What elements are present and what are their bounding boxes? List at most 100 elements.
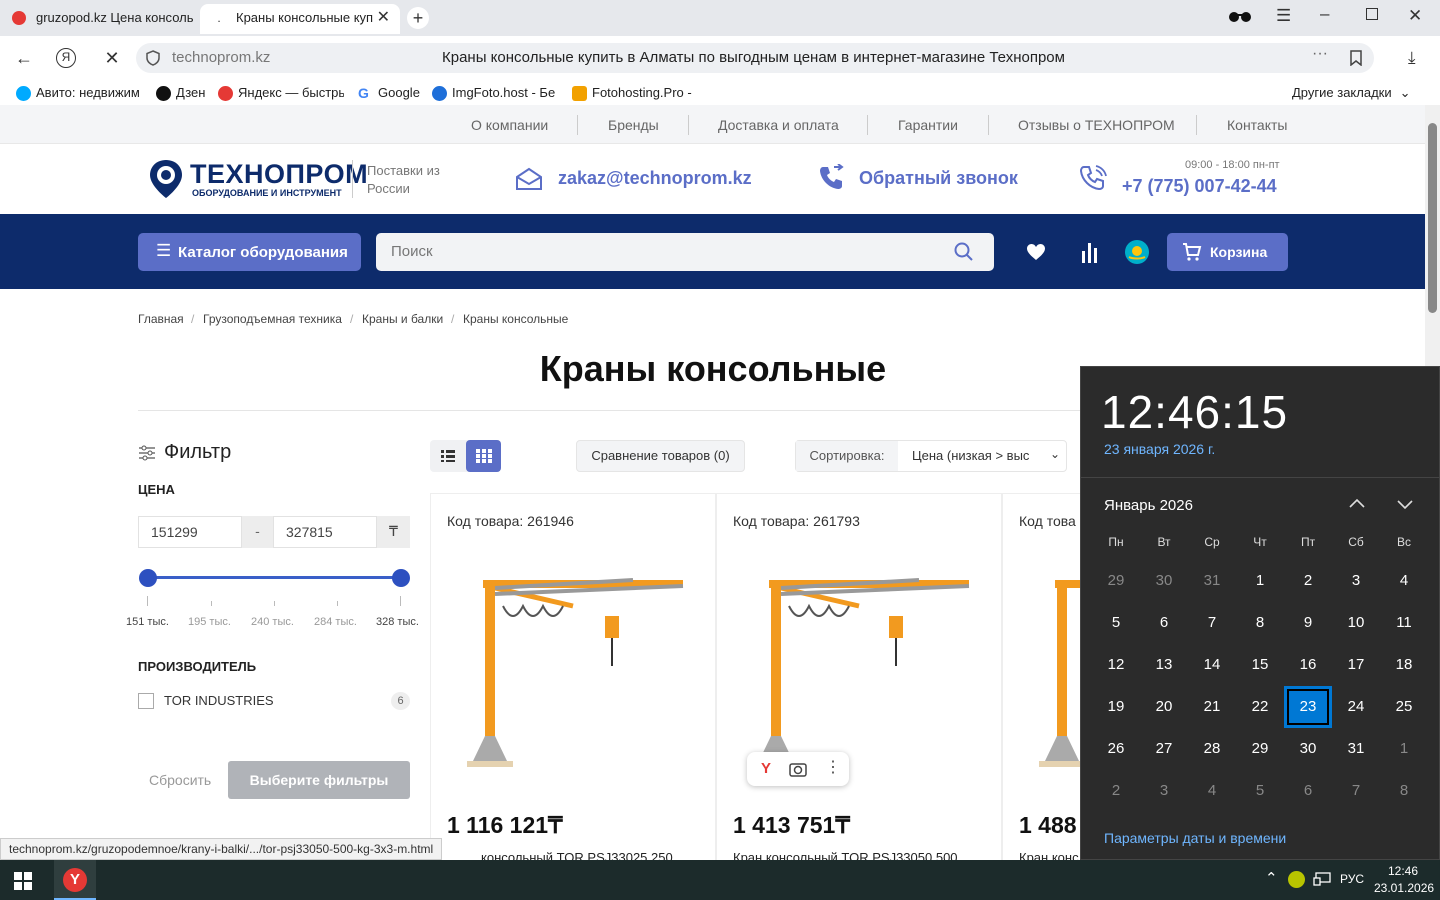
calendar-day[interactable]: 11 [1380,602,1428,644]
calendar-day[interactable]: 21 [1188,686,1236,728]
new-tab-button[interactable]: + [407,7,429,29]
back-icon[interactable]: ← [12,46,36,70]
product-image-crane[interactable] [739,576,989,776]
incognito-glasses-icon[interactable] [1228,9,1252,23]
breadcrumb-lifting[interactable]: Грузоподъемная техника [203,312,342,326]
menu-icon[interactable]: ☰ [1276,6,1291,26]
clock-date[interactable]: 23 января 2026 г. [1104,441,1215,457]
header-email[interactable]: zakaz@technoprom.kz [558,168,752,189]
download-icon[interactable]: ⤓ [1408,48,1416,68]
apply-filters-button[interactable]: Выберите фильтры [228,761,410,799]
calendar-day[interactable]: 1 [1380,728,1428,770]
product-image-crane[interactable] [1025,576,1082,776]
calendar-day[interactable]: 13 [1140,644,1188,686]
close-tab-icon[interactable]: ✕ [377,4,390,32]
calendar-day[interactable]: 24 [1332,686,1380,728]
favorites-heart-icon[interactable] [1026,243,1046,261]
chevron-down-icon[interactable] [1395,494,1415,514]
yandex-icon[interactable]: Я [56,48,76,68]
calendar-day[interactable]: 17 [1332,644,1380,686]
bookmark-imgfoto[interactable]: ImgFoto.host - Бе [432,84,560,102]
calendar-day[interactable]: 20 [1140,686,1188,728]
calendar-day[interactable]: 12 [1092,644,1140,686]
calendar-day[interactable]: 22 [1236,686,1284,728]
tab-technoprom[interactable]: . Краны консольные куп ✕ [200,4,400,34]
compare-button[interactable]: Сравнение товаров (0) [576,440,745,472]
calendar-day[interactable]: 3 [1140,770,1188,812]
price-slider-max-handle[interactable] [392,569,410,587]
calendar-day[interactable]: 9 [1284,602,1332,644]
product-card[interactable]: Код товара: 261793 Y ⋮ 1 413 751₸ Кран к… [716,493,1002,865]
bookmark-icon[interactable] [1350,50,1362,67]
calendar-day[interactable]: 8 [1236,602,1284,644]
breadcrumb-cranes[interactable]: Краны и балки [362,312,443,326]
calendar-day[interactable]: 25 [1380,686,1428,728]
topnav-brands[interactable]: Бренды [608,117,659,133]
more-vertical-icon[interactable]: ⋮ [825,757,841,779]
list-view-icon[interactable] [430,440,465,472]
scrollbar-thumb[interactable] [1428,123,1437,313]
bookmark-yandex[interactable]: Яндекс — быстрь [218,84,344,102]
product-image-crane[interactable] [453,576,703,776]
tray-chevron-up-icon[interactable]: ⌃ [1265,869,1278,887]
breadcrumb-home[interactable]: Главная [138,312,184,326]
calendar-day[interactable]: 7 [1188,602,1236,644]
callback-link[interactable]: Обратный звонок [859,168,1018,189]
manufacturer-name[interactable]: TOR INDUSTRIES [164,693,274,708]
product-card[interactable]: Код това 1 488 Кран конс [1002,493,1082,863]
compare-chart-icon[interactable] [1081,241,1099,263]
cart-button[interactable]: Корзина [1167,233,1288,271]
calendar-day[interactable]: 29 [1092,560,1140,602]
calendar-day[interactable]: 30 [1140,560,1188,602]
calendar-day[interactable]: 18 [1380,644,1428,686]
bookmark-fotohosting[interactable]: Fotohosting.Pro - [572,84,700,102]
topnav-about[interactable]: О компании [471,117,548,133]
price-slider-min-handle[interactable] [139,569,157,587]
header-phone[interactable]: +7 (775) 007-42-44 [1122,176,1277,197]
chevron-up-icon[interactable] [1347,494,1367,514]
network-icon[interactable] [1313,872,1331,886]
calendar-day[interactable]: 1 [1236,560,1284,602]
reset-filters-link[interactable]: Сбросить [149,772,211,788]
taskbar-time[interactable]: 12:46 [1388,864,1418,878]
calendar-day[interactable]: 6 [1284,770,1332,812]
logo-name[interactable]: ТЕХНОПРОМ [190,160,368,188]
calendar-day[interactable]: 8 [1380,770,1428,812]
more-icon[interactable]: ··· [1312,45,1328,63]
calendar-day[interactable]: 14 [1188,644,1236,686]
calendar-day[interactable]: 16 [1284,644,1332,686]
close-window-icon[interactable]: ✕ [1408,6,1422,26]
logo-pin-icon[interactable] [148,158,184,200]
grid-view-icon[interactable] [466,440,501,472]
kazakhstan-flag-icon[interactable] [1125,240,1149,264]
bookmark-dzen[interactable]: Дзен [156,84,212,102]
manufacturer-checkbox[interactable] [138,693,154,709]
calendar-day[interactable]: 10 [1332,602,1380,644]
calendar-day-today[interactable]: 23 [1284,686,1332,728]
tab-gruzopod[interactable]: gruzopod.kz Цена консоль [0,4,196,34]
restore-icon[interactable] [1366,8,1378,20]
other-bookmarks[interactable]: Другие закладки ⌄ [1272,84,1422,102]
product-card[interactable]: Код товара: 261946 1 116 121₸ консольный… [430,493,716,865]
calendar-day[interactable]: 31 [1188,560,1236,602]
date-time-settings-link[interactable]: Параметры даты и времени [1104,830,1286,846]
search-icon[interactable] [954,242,974,262]
sort-select[interactable]: Сортировка: Цена (низкая > выс ⌄ [795,440,1067,472]
calendar-day[interactable]: 2 [1092,770,1140,812]
camera-icon[interactable] [789,760,807,778]
stop-loading-icon[interactable]: ✕ [100,46,124,70]
url-field[interactable]: technoprom.kz Краны консольные купить в … [136,43,1374,73]
calendar-day[interactable]: 31 [1332,728,1380,770]
calendar-day[interactable]: 7 [1332,770,1380,812]
calendar-day[interactable]: 5 [1092,602,1140,644]
bookmark-google[interactable]: G Google [358,84,424,102]
topnav-reviews[interactable]: Отзывы о ТЕХНОПРОМ [1018,117,1175,133]
topnav-guarantees[interactable]: Гарантии [898,117,958,133]
calendar-day[interactable]: 29 [1236,728,1284,770]
price-min-field[interactable]: 151299 [138,516,242,548]
topnav-delivery[interactable]: Доставка и оплата [718,117,839,133]
price-max-field[interactable]: 327815 [273,516,377,548]
calendar-day[interactable]: 6 [1140,602,1188,644]
bookmark-avito[interactable]: Авито: недвижим [16,84,144,102]
language-indicator[interactable]: РУС [1340,872,1364,886]
